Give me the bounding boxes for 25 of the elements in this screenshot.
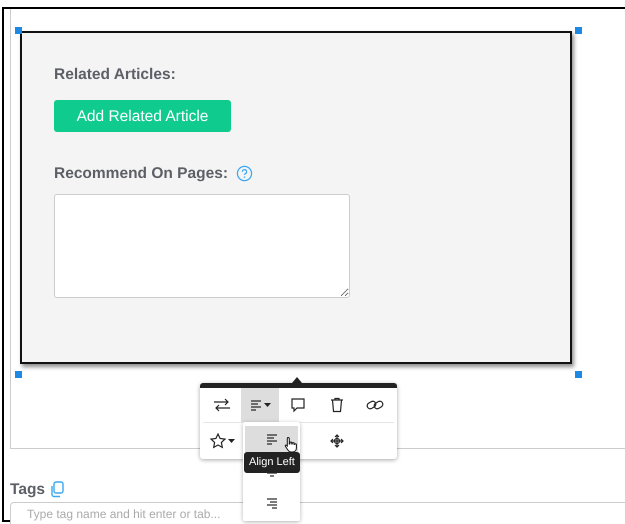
trash-icon <box>330 397 344 413</box>
section-heading: Related Articles: <box>54 65 177 85</box>
tooltip: Align Left <box>244 452 300 472</box>
resize-handle[interactable] <box>575 27 582 34</box>
resize-handle[interactable] <box>15 371 22 378</box>
align-button[interactable] <box>241 388 280 423</box>
align-left-option[interactable] <box>245 426 298 452</box>
tag-input-field[interactable]: Type tag name and hit enter or tab... <box>10 502 625 524</box>
comment-icon <box>290 397 306 413</box>
move-arrows-icon <box>330 434 344 448</box>
resize-handle[interactable] <box>15 27 22 34</box>
tags-label: Tags <box>10 480 46 500</box>
swap-arrows-icon <box>213 398 232 412</box>
caret-icon <box>228 438 235 442</box>
content-block[interactable]: Related Articles: Add Related Article Recommend On Pages: <box>20 31 572 364</box>
recommend-pages-field[interactable] <box>54 194 350 298</box>
link-icon <box>366 398 384 412</box>
caret-icon <box>264 403 271 407</box>
copy-icon[interactable] <box>49 481 66 498</box>
star-icon <box>210 432 226 448</box>
resize-handle[interactable] <box>575 371 582 378</box>
recommend-label: Recommend On Pages: <box>54 164 228 184</box>
align-right-icon <box>266 497 278 509</box>
align-left-icon <box>266 433 278 445</box>
align-left-icon <box>250 399 262 411</box>
